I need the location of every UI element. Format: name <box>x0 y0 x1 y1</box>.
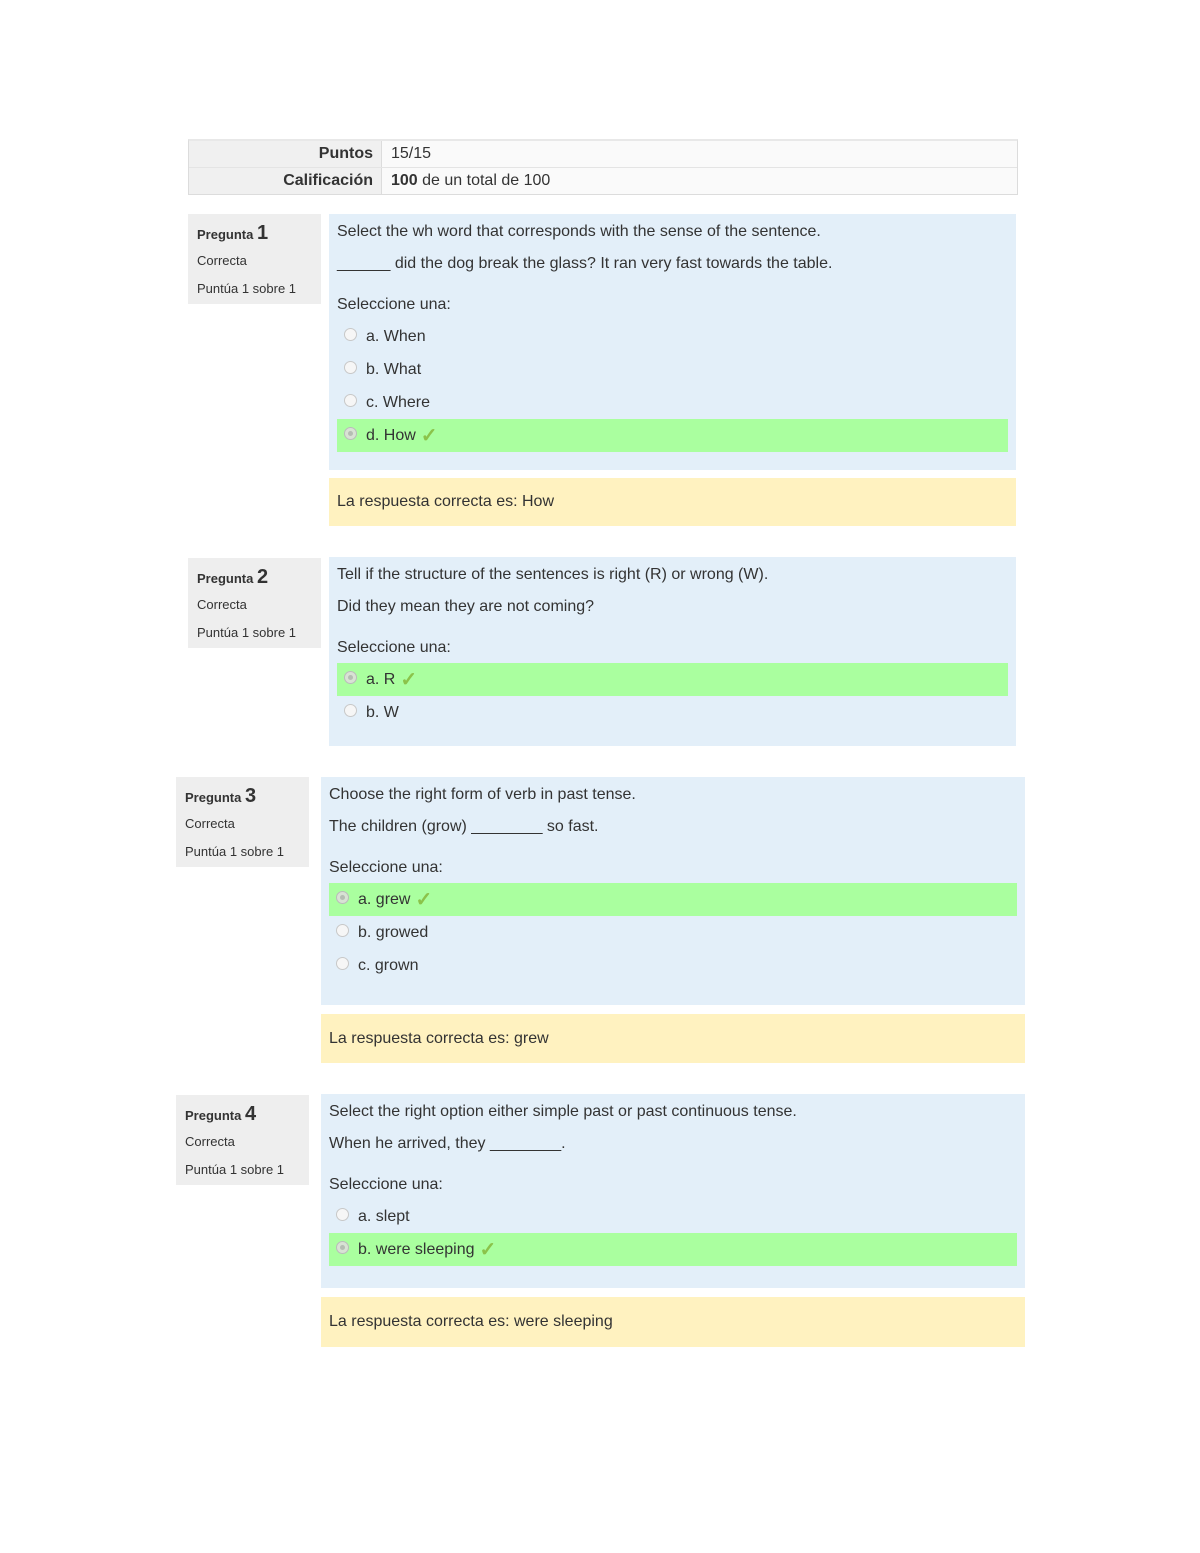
grade-score: 100 <box>391 172 418 189</box>
question-state: Correcta <box>197 597 247 612</box>
answer-option[interactable]: a. slept <box>329 1200 1017 1233</box>
correct-answer-feedback: La respuesta correcta es: How <box>329 478 1016 526</box>
points-label: Puntos <box>189 141 382 167</box>
summary-row-grade: Calificación 100 de un total de 100 <box>189 167 1017 194</box>
question-number: Pregunta 3 <box>185 785 257 807</box>
answer-option-correct[interactable]: d. How ✓ <box>337 419 1008 452</box>
answer-option[interactable]: b. W <box>337 696 1008 729</box>
answer-option[interactable]: b. growed <box>329 916 1017 949</box>
answer-option-correct[interactable]: a. grew ✓ <box>329 883 1017 916</box>
answer-option[interactable]: b. What <box>337 353 1008 386</box>
radio-button[interactable] <box>344 328 357 341</box>
radio-button[interactable] <box>336 924 349 937</box>
check-icon: ✓ <box>400 669 418 691</box>
answer-option[interactable]: a. When <box>337 320 1008 353</box>
radio-button[interactable] <box>344 704 357 717</box>
answer-option-correct[interactable]: a. R ✓ <box>337 663 1008 696</box>
radio-button-selected[interactable] <box>336 891 349 904</box>
radio-button[interactable] <box>336 1208 349 1221</box>
question-2-content: Tell if the structure of the sentences i… <box>329 557 1016 746</box>
question-text: Select the right option either simple pa… <box>329 1103 797 1152</box>
question-state: Correcta <box>185 1134 235 1149</box>
question-1-content: Select the wh word that corresponds with… <box>329 214 1016 470</box>
question-4-content: Select the right option either simple pa… <box>321 1094 1025 1288</box>
grade-label: Calificación <box>189 168 382 194</box>
question-text: Select the wh word that corresponds with… <box>337 223 833 272</box>
question-number: Pregunta 4 <box>185 1103 257 1125</box>
radio-button[interactable] <box>344 361 357 374</box>
question-grade: Puntúa 1 sobre 1 <box>185 844 285 859</box>
radio-button[interactable] <box>344 394 357 407</box>
question-number: Pregunta 1 <box>197 222 269 244</box>
answer-prompt: Seleccione una: <box>329 859 443 876</box>
question-grade: Puntúa 1 sobre 1 <box>197 625 297 640</box>
answer-prompt: Seleccione una: <box>337 639 451 656</box>
question-2-info: Pregunta 2 Correcta Puntúa 1 sobre 1 <box>188 558 321 648</box>
summary-row-points: Puntos 15/15 <box>189 141 1017 167</box>
answer-prompt: Seleccione una: <box>329 1176 443 1193</box>
question-3-content: Choose the right form of verb in past te… <box>321 777 1025 1005</box>
question-text: Choose the right form of verb in past te… <box>329 786 636 835</box>
correct-answer-feedback: La respuesta correcta es: were sleeping <box>321 1297 1025 1347</box>
attempt-summary-table: Puntos 15/15 Calificación 100 de un tota… <box>188 139 1018 195</box>
question-state: Correcta <box>197 253 247 268</box>
grade-value: 100 de un total de 100 <box>382 168 1017 194</box>
radio-button-selected[interactable] <box>344 671 357 684</box>
check-icon: ✓ <box>415 889 433 911</box>
question-number: Pregunta 2 <box>197 566 269 588</box>
question-state: Correcta <box>185 816 235 831</box>
correct-answer-feedback: La respuesta correcta es: grew <box>321 1014 1025 1063</box>
radio-button[interactable] <box>336 957 349 970</box>
points-value: 15/15 <box>382 141 1017 167</box>
answer-prompt: Seleccione una: <box>337 296 451 313</box>
question-grade: Puntúa 1 sobre 1 <box>185 1162 285 1177</box>
answer-option[interactable]: c. Where <box>337 386 1008 419</box>
radio-button-selected[interactable] <box>336 1241 349 1254</box>
check-icon: ✓ <box>479 1239 497 1261</box>
radio-button-selected[interactable] <box>344 427 357 440</box>
question-4-info: Pregunta 4 Correcta Puntúa 1 sobre 1 <box>176 1095 309 1185</box>
question-3-info: Pregunta 3 Correcta Puntúa 1 sobre 1 <box>176 777 309 867</box>
answer-option-correct[interactable]: b. were sleeping ✓ <box>329 1233 1017 1266</box>
grade-total: de un total de 100 <box>417 172 551 189</box>
check-icon: ✓ <box>420 425 438 447</box>
question-text: Tell if the structure of the sentences i… <box>337 566 769 615</box>
question-grade: Puntúa 1 sobre 1 <box>197 281 297 296</box>
answer-option[interactable]: c. grown <box>329 949 1017 982</box>
question-1-info: Pregunta 1 Correcta Puntúa 1 sobre 1 <box>188 214 321 304</box>
